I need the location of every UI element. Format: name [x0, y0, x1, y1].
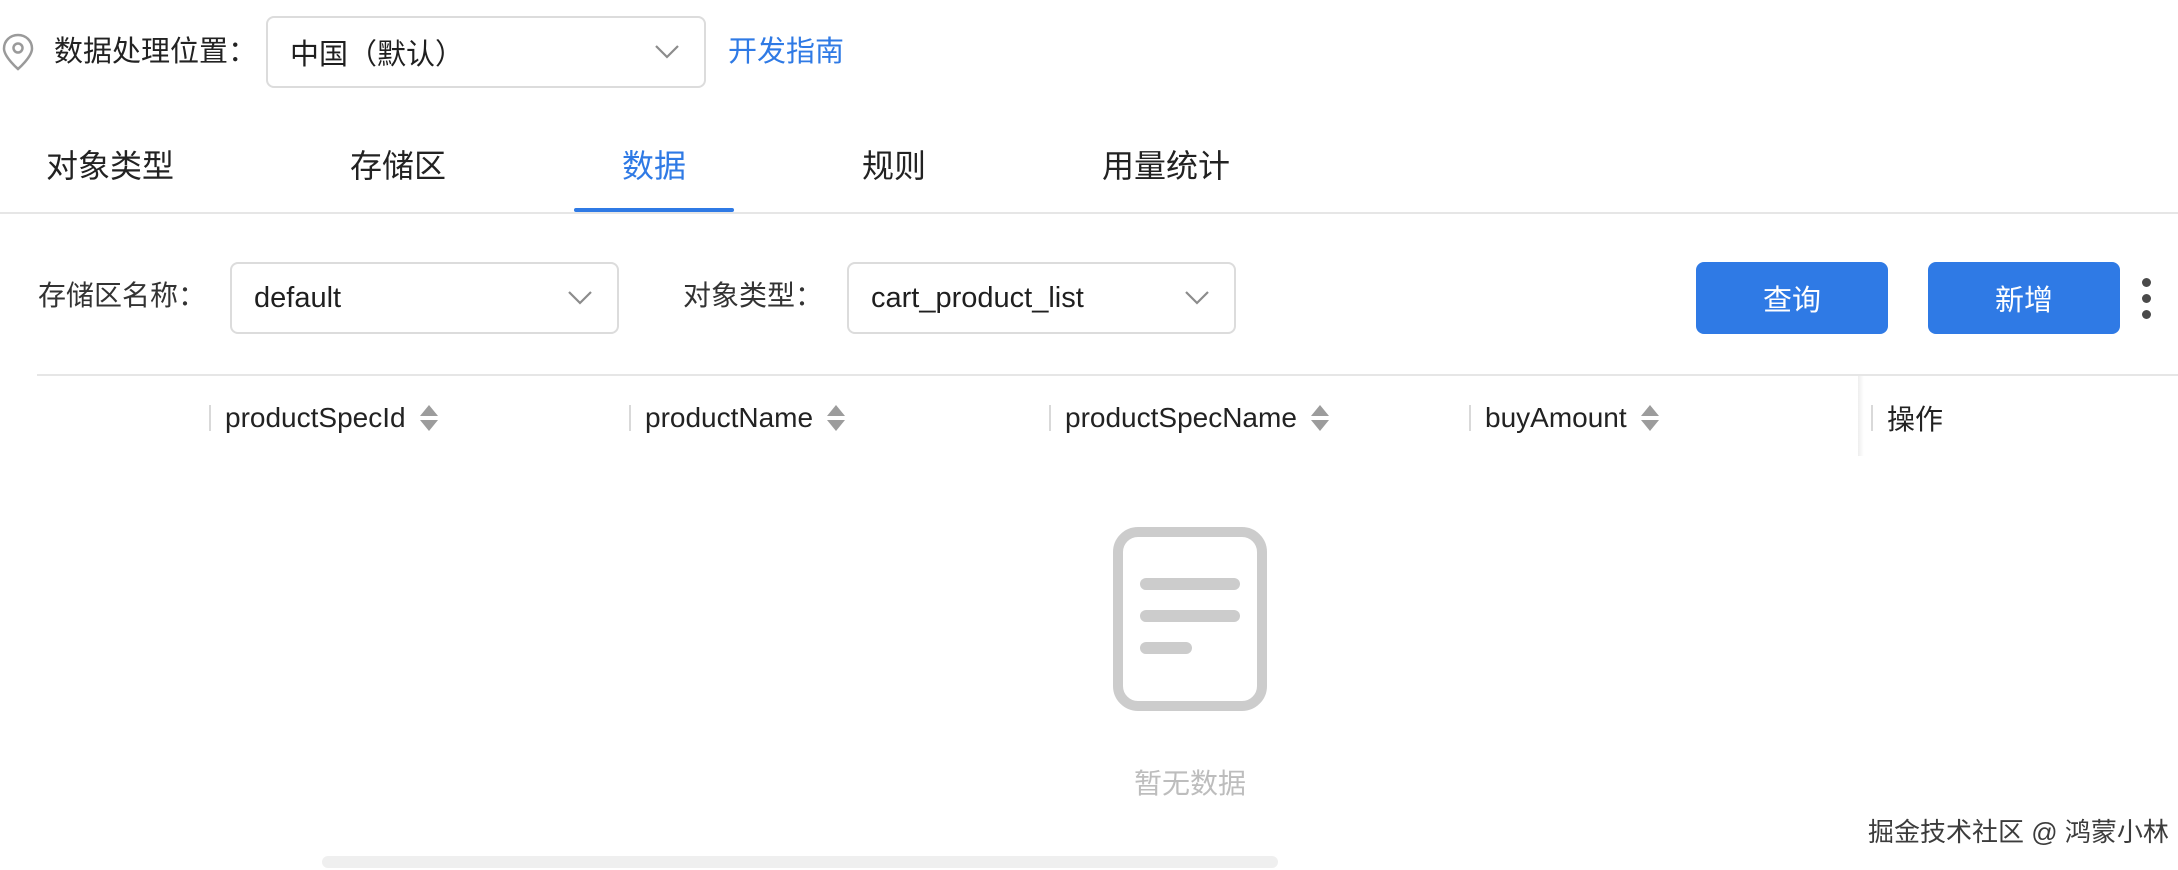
object-type-select[interactable]: cart_product_list	[847, 262, 1236, 334]
column-title: buyAmount	[1485, 402, 1627, 433]
tab-data[interactable]: 数据	[622, 144, 686, 188]
chevron-down-icon	[655, 45, 679, 59]
dev-guide-link[interactable]: 开发指南	[728, 32, 844, 72]
table-top-border	[37, 374, 2178, 376]
fixed-column-shadow	[1858, 376, 1864, 456]
sort-icon[interactable]	[1310, 404, 1329, 432]
column-header-actions: 操作	[1871, 398, 1943, 438]
chevron-down-icon	[568, 291, 592, 305]
column-title: productSpecId	[225, 402, 406, 433]
sort-icon[interactable]	[1640, 404, 1659, 432]
column-separator	[1469, 405, 1471, 431]
column-title: productName	[645, 402, 814, 433]
object-type-value: cart_product_list	[871, 281, 1084, 314]
sort-icon[interactable]	[419, 404, 438, 432]
column-header-buy-amount[interactable]: buyAmount	[1469, 398, 1659, 438]
tabs-divider	[0, 212, 2178, 214]
chevron-down-icon	[1185, 291, 1209, 305]
empty-state-text: 暂无数据	[1133, 768, 1246, 799]
column-header-product-spec-name[interactable]: productSpecName	[1049, 398, 1329, 438]
tab-usage-stats[interactable]: 用量统计	[1102, 144, 1230, 188]
column-title: productSpecName	[1065, 402, 1297, 433]
map-pin-icon	[2, 33, 34, 71]
location-label: 数据处理位置：	[54, 36, 258, 68]
tab-rules[interactable]: 规则	[862, 144, 926, 188]
column-separator	[629, 405, 631, 431]
store-name-label: 存储区名称：	[38, 280, 207, 311]
region-select[interactable]: 中国（默认）	[266, 16, 706, 88]
column-separator	[1871, 405, 1873, 431]
column-header-product-name[interactable]: productName	[629, 398, 846, 438]
horizontal-scrollbar[interactable]	[322, 856, 1278, 868]
region-select-value: 中国（默认）	[290, 39, 465, 71]
object-type-label: 对象类型：	[683, 280, 824, 311]
add-button[interactable]: 新增	[1928, 262, 2120, 334]
column-separator	[209, 405, 211, 431]
store-name-select[interactable]: default	[230, 262, 619, 334]
column-title: 操作	[1887, 404, 1944, 435]
document-empty-icon	[1113, 527, 1267, 711]
more-options-icon[interactable]	[2140, 278, 2152, 322]
watermark: 掘金技术社区 @ 鸿蒙小林	[1868, 817, 2169, 847]
tab-object-types[interactable]: 对象类型	[46, 144, 174, 188]
store-name-value: default	[254, 281, 342, 314]
tab-storage[interactable]: 存储区	[350, 144, 446, 188]
column-separator	[1049, 405, 1051, 431]
column-header-product-spec-id[interactable]: productSpecId	[209, 398, 438, 438]
sort-icon[interactable]	[827, 404, 846, 432]
query-button[interactable]: 查询	[1696, 262, 1888, 334]
